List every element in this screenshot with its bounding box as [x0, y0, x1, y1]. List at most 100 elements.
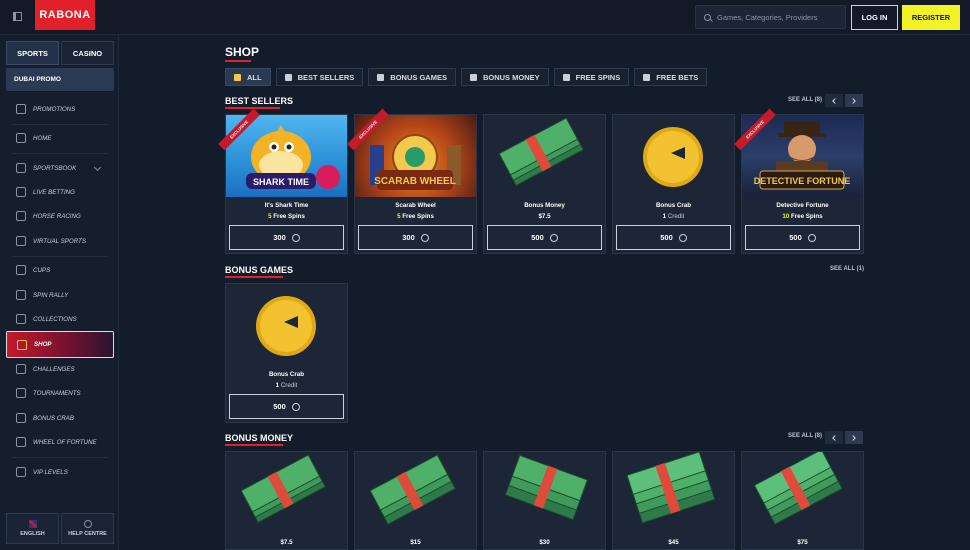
product-card[interactable]: DETECTIVE FORTUNE EXCLUSIVE Detective Fo… — [734, 108, 864, 254]
wheel-icon — [16, 437, 26, 447]
product-card[interactable]: Bonus Money $7.5 500 — [483, 114, 606, 254]
search-box[interactable] — [695, 5, 846, 29]
filter-bonus-money[interactable]: BONUS MONEY — [460, 68, 549, 86]
sidebar-item-label: CUPS — [33, 266, 51, 274]
buy-button[interactable]: 300 — [358, 225, 473, 250]
product-reward: 5 Free Spins — [268, 213, 305, 220]
sidebar-item-label: COLLECTIONS — [33, 315, 77, 323]
sidebar-item-horse-racing[interactable]: HORSE RACING — [6, 204, 114, 228]
games-icon — [377, 73, 385, 81]
product-card[interactable]: SCARAB WHEEL EXCLUSIVE Scarab Wheel 5 Fr… — [347, 108, 477, 254]
search-input[interactable] — [717, 12, 837, 22]
filter-free-spins[interactable]: FREE SPINS — [553, 68, 630, 86]
filter-all[interactable]: ALL — [225, 68, 271, 86]
promo-banner[interactable]: DUBAI PROMO — [6, 68, 114, 91]
best-sellers-prev[interactable] — [825, 94, 843, 107]
sidebar-item-live-betting[interactable]: LIVE BETTING — [6, 180, 114, 204]
bonus-money-next[interactable] — [845, 431, 863, 444]
sidebar-toggle-icon[interactable] — [13, 12, 22, 21]
megaphone-icon — [16, 104, 26, 114]
filter-free-bets[interactable]: FREE BETS — [634, 68, 708, 86]
sidebar-tabs: SPORTS CASINO — [6, 41, 114, 65]
coin-icon — [420, 233, 429, 242]
sidebar-item-tournaments[interactable]: TOURNAMENTS — [6, 381, 114, 405]
chevron-down-icon[interactable] — [93, 163, 102, 172]
filter-bonus-games[interactable]: BONUS GAMES — [368, 68, 456, 86]
buy-button[interactable]: 500 — [229, 394, 344, 419]
help-centre-button[interactable]: HELP CENTRE — [61, 513, 114, 544]
bonus-money-prev[interactable] — [825, 431, 843, 444]
shark-time-logo-text: SHARK TIME — [253, 177, 309, 187]
buy-button[interactable]: 300 — [229, 225, 344, 250]
sidebar-item-collections[interactable]: COLLECTIONS — [6, 307, 114, 331]
sidebar-item-promotions[interactable]: PROMOTIONS — [6, 97, 114, 121]
money-card[interactable]: $15 — [354, 451, 477, 550]
filter-tabs: ALL BEST SELLERS BONUS GAMES BONUS MONEY… — [225, 68, 708, 86]
chevron-right-icon — [850, 434, 856, 441]
uk-flag-icon — [28, 520, 37, 528]
bonus-games-see-all[interactable]: SEE ALL (1) — [830, 266, 864, 272]
cash-stack-icon — [613, 452, 734, 534]
money-amount: $7.5 — [280, 539, 293, 546]
sidebar-item-label: HORSE RACING — [33, 212, 81, 220]
money-card[interactable]: $75 — [741, 451, 864, 550]
rabona-logo[interactable]: RABONA — [35, 0, 95, 30]
filter-best-sellers[interactable]: BEST SELLERS — [275, 68, 364, 86]
chevron-right-icon — [850, 97, 856, 104]
sidebar-item-challenges[interactable]: CHALLENGES — [6, 357, 114, 381]
cart-icon — [17, 339, 27, 350]
bonus-money-see-all[interactable]: SEE ALL (8) — [788, 433, 822, 439]
best-sellers-next[interactable] — [845, 94, 863, 107]
sidebar: SPORTS CASINO DUBAI PROMO PROMOTIONS HOM… — [0, 35, 119, 550]
challenge-flag-icon — [16, 364, 26, 374]
sidebar-item-shop[interactable]: SHOP — [6, 331, 114, 358]
buy-button[interactable]: 500 — [487, 225, 602, 250]
sidebar-item-sportsbook[interactable]: SPORTSBOOK — [6, 156, 114, 180]
product-reward: 1 Credit — [275, 382, 298, 389]
sidebar-item-label: SPIN RALLY — [33, 291, 69, 299]
sidebar-item-cups[interactable]: CUPS — [6, 258, 114, 282]
product-name: Bonus Money — [524, 202, 565, 209]
login-button[interactable]: LOG IN — [851, 5, 898, 30]
sidebar-item-virtual-sports[interactable]: VIRTUAL SPORTS — [6, 229, 114, 253]
sidebar-item-bonus-crab[interactable]: BONUS CRAB — [6, 406, 114, 430]
product-card[interactable]: SHARK TIME EXCLUSIVE It's Shark Time 5 F… — [218, 108, 348, 254]
sidebar-item-wheel-of-fortune[interactable]: WHEEL OF FORTUNE — [6, 430, 114, 454]
all-icon — [234, 73, 241, 81]
tab-sports[interactable]: SPORTS — [6, 41, 59, 65]
price-label: 300 — [273, 233, 286, 242]
register-button[interactable]: REGISTER — [902, 5, 960, 30]
sidebar-item-label: HOME — [33, 134, 52, 142]
sidebar-item-home[interactable]: HOME — [6, 126, 114, 150]
sidebar-item-label: PROMOTIONS — [33, 105, 76, 113]
product-card[interactable]: Bonus Crab 1 Credit 500 — [612, 114, 735, 254]
product-reward: 10 Free Spins — [782, 213, 823, 220]
filter-label: ALL — [247, 72, 262, 82]
sidebar-item-label: LIVE BETTING — [33, 188, 75, 196]
money-icon — [469, 73, 477, 81]
language-label: ENGLISH — [20, 531, 45, 537]
buy-button[interactable]: 500 — [745, 225, 860, 250]
sidebar-item-label: VIRTUAL SPORTS — [33, 237, 86, 245]
sidebar-item-vip-levels[interactable]: VIP LEVELS — [6, 460, 114, 484]
sidebar-item-spin-rally[interactable]: SPIN RALLY — [6, 283, 114, 307]
money-card[interactable]: $30 — [483, 451, 606, 550]
sidebar-item-label: TOURNAMENTS — [33, 389, 81, 397]
product-name: Detective Fortune — [776, 202, 829, 209]
crab-icon — [16, 413, 26, 423]
sidebar-item-label: BONUS CRAB — [33, 414, 74, 422]
cash-stack-icon — [484, 115, 605, 197]
language-button[interactable]: ENGLISH — [6, 513, 59, 544]
product-reward: 5 Free Spins — [397, 213, 434, 220]
buy-button[interactable]: 500 — [616, 225, 731, 250]
money-card[interactable]: $7.5 — [225, 451, 348, 550]
filter-label: BONUS MONEY — [482, 72, 540, 82]
tab-casino[interactable]: CASINO — [61, 41, 114, 65]
product-card[interactable]: Bonus Crab 1 Credit 500 — [225, 283, 348, 423]
money-card[interactable]: $45 — [612, 451, 735, 550]
best-sellers-see-all[interactable]: SEE ALL (8) — [788, 97, 822, 103]
chevron-left-icon — [832, 434, 838, 441]
cash-stack-icon — [355, 452, 476, 534]
sidebar-footer: ENGLISH HELP CENTRE — [6, 513, 114, 544]
price-label: 500 — [789, 233, 802, 242]
